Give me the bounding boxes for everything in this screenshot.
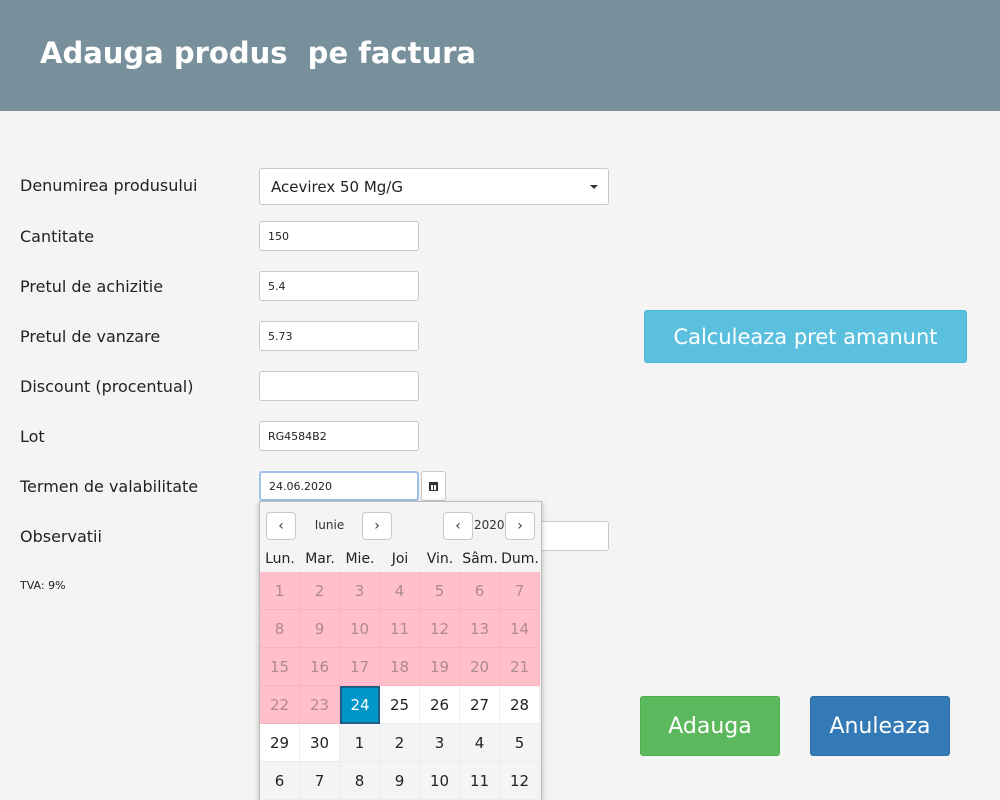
calendar-day[interactable]: 11 bbox=[460, 762, 500, 800]
discount-label: Discount (procentual) bbox=[20, 377, 194, 396]
date-picker-popup: ‹ Iunie › ‹ 2020 › Lun. Mar. Mie. Joi Vin. Sâ… bbox=[259, 501, 542, 800]
calendar-day[interactable]: 7 bbox=[500, 572, 540, 610]
weekday-label: Lun. bbox=[265, 551, 295, 567]
calendar-day[interactable]: 4 bbox=[380, 572, 420, 610]
chevron-right-icon: › bbox=[374, 518, 380, 534]
lot-label: Lot bbox=[20, 427, 45, 446]
chevron-left-icon: ‹ bbox=[455, 518, 461, 534]
calendar-day[interactable]: 1 bbox=[340, 724, 380, 762]
sale-price-label: Pretul de vanzare bbox=[20, 327, 161, 346]
calendar-day[interactable]: 15 bbox=[260, 648, 300, 686]
quantity-label: Cantitate bbox=[20, 227, 95, 246]
calendar-day[interactable]: 27 bbox=[460, 686, 500, 724]
calendar-day[interactable]: 12 bbox=[500, 762, 540, 800]
weekday-label: Vin. bbox=[426, 551, 454, 567]
expiry-label: Termen de valabilitate bbox=[20, 477, 199, 496]
calendar-day[interactable]: 28 bbox=[500, 686, 540, 724]
calendar-day[interactable]: 7 bbox=[300, 762, 340, 800]
product-select-value: Acevirex 50 Mg/G bbox=[271, 178, 403, 196]
notes-label: Observatii bbox=[20, 527, 102, 546]
calendar-day[interactable]: 16 bbox=[300, 648, 340, 686]
calendar-icon bbox=[429, 481, 438, 491]
calendar-day[interactable]: 10 bbox=[420, 762, 460, 800]
quantity-input[interactable] bbox=[259, 221, 419, 251]
chevron-left-icon: ‹ bbox=[278, 518, 284, 534]
page-title: Adauga produs pe factura bbox=[40, 36, 476, 70]
calendar-day[interactable]: 8 bbox=[260, 610, 300, 648]
weekday-label: Joi bbox=[391, 551, 409, 567]
calendar-day[interactable]: 24 bbox=[340, 686, 380, 724]
calendar-day[interactable]: 6 bbox=[460, 572, 500, 610]
prev-month-button[interactable]: ‹ bbox=[266, 512, 296, 540]
weekday-label: Sâm. bbox=[462, 551, 498, 567]
vat-text: TVA: 9% bbox=[20, 579, 66, 592]
calendar-day[interactable]: 5 bbox=[420, 572, 460, 610]
calendar-day[interactable]: 8 bbox=[340, 762, 380, 800]
calendar-day[interactable]: 3 bbox=[340, 572, 380, 610]
product-select[interactable]: Acevirex 50 Mg/G bbox=[259, 168, 609, 205]
sale-price-input[interactable] bbox=[259, 321, 419, 351]
calendar-month: Iunie bbox=[314, 518, 345, 532]
weekday-label: Mar. bbox=[305, 551, 335, 567]
calendar-day[interactable]: 23 bbox=[300, 686, 340, 724]
weekday-label: Dum. bbox=[501, 551, 539, 567]
calendar-day[interactable]: 11 bbox=[380, 610, 420, 648]
calendar-day[interactable]: 13 bbox=[460, 610, 500, 648]
next-month-button[interactable]: › bbox=[362, 512, 392, 540]
calendar-day[interactable]: 2 bbox=[380, 724, 420, 762]
calendar-day[interactable]: 22 bbox=[260, 686, 300, 724]
calendar-day[interactable]: 14 bbox=[500, 610, 540, 648]
weekday-label: Mie. bbox=[345, 551, 375, 567]
calendar-day[interactable]: 19 bbox=[420, 648, 460, 686]
calendar-year: 2020 bbox=[474, 518, 505, 532]
calendar-day[interactable]: 9 bbox=[300, 610, 340, 648]
chevron-right-icon: › bbox=[517, 518, 523, 534]
calculate-retail-price-button[interactable]: Calculeaza pret amanunt bbox=[644, 310, 967, 363]
next-year-button[interactable]: › bbox=[505, 512, 535, 540]
weekday-header: Lun. Mar. Mie. Joi Vin. Sâm. Dum. bbox=[260, 551, 541, 572]
calendar-day[interactable]: 18 bbox=[380, 648, 420, 686]
expiry-date-input[interactable] bbox=[259, 471, 419, 501]
calendar-day[interactable]: 25 bbox=[380, 686, 420, 724]
product-label: Denumirea produsului bbox=[20, 176, 198, 195]
calendar-day[interactable]: 1 bbox=[260, 572, 300, 610]
calendar-day[interactable]: 6 bbox=[260, 762, 300, 800]
calendar-day[interactable]: 9 bbox=[380, 762, 420, 800]
lot-input[interactable] bbox=[259, 421, 419, 451]
purchase-price-input[interactable] bbox=[259, 271, 419, 301]
calendar-day[interactable]: 10 bbox=[340, 610, 380, 648]
calendar-day[interactable]: 2 bbox=[300, 572, 340, 610]
calendar-grid: 1 2 3 4 5 6 7 8 9 10 11 12 13 14 15 16 17 18 19 20 21 22 23 24 2… bbox=[260, 572, 541, 800]
cancel-button[interactable]: Anuleaza bbox=[810, 696, 950, 756]
chevron-down-icon bbox=[590, 185, 598, 189]
calendar-day[interactable]: 30 bbox=[300, 724, 340, 762]
calendar-day[interactable]: 26 bbox=[420, 686, 460, 724]
page-header: Adauga produs pe factura bbox=[0, 0, 1000, 111]
calendar-day[interactable]: 4 bbox=[460, 724, 500, 762]
calendar-day[interactable]: 20 bbox=[460, 648, 500, 686]
calendar-day[interactable]: 17 bbox=[340, 648, 380, 686]
notes-input[interactable] bbox=[540, 521, 609, 551]
calendar-day[interactable]: 12 bbox=[420, 610, 460, 648]
discount-input[interactable] bbox=[259, 371, 419, 401]
add-button[interactable]: Adauga bbox=[640, 696, 780, 756]
prev-year-button[interactable]: ‹ bbox=[443, 512, 473, 540]
calendar-day[interactable]: 21 bbox=[500, 648, 540, 686]
calendar-toggle-button[interactable] bbox=[421, 471, 446, 501]
purchase-price-label: Pretul de achizitie bbox=[20, 277, 164, 296]
calendar-day[interactable]: 3 bbox=[420, 724, 460, 762]
calendar-day[interactable]: 5 bbox=[500, 724, 540, 762]
calendar-day[interactable]: 29 bbox=[260, 724, 300, 762]
